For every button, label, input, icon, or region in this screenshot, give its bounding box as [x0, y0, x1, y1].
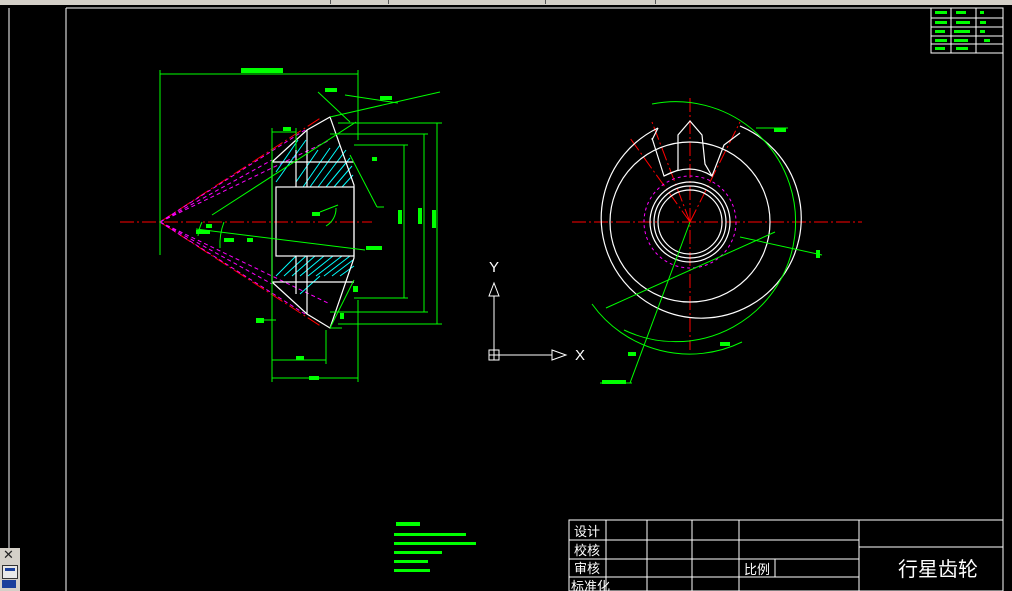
section-view[interactable] — [120, 68, 442, 382]
section-center-lines — [120, 116, 372, 328]
part-name: 行星齿轮 — [898, 557, 978, 581]
title-row-review: 审核 — [574, 562, 600, 577]
ucs-icon: X Y — [488, 259, 585, 364]
section-dimensions — [159, 70, 442, 382]
title-row-standardization: 标准化 — [571, 580, 610, 591]
ucs-y-label: Y — [489, 259, 499, 276]
command-line-icon[interactable] — [2, 580, 16, 588]
end-view[interactable] — [572, 98, 862, 384]
section-hatching — [275, 139, 355, 295]
technical-notes — [394, 522, 476, 572]
ucs-x-label: X — [575, 347, 585, 364]
drawing-border — [8, 7, 1004, 591]
title-row-check: 校核 — [574, 543, 600, 559]
scale-label: 比例 — [744, 563, 770, 578]
cad-drawing-canvas[interactable]: X Y 设计 校核 审核 标准化 比例 行星齿轮 — [0, 0, 1012, 591]
end-center-lines — [572, 98, 862, 350]
window-icon[interactable] — [2, 565, 18, 579]
section-dimension-texts — [196, 68, 436, 380]
title-row-design: 设计 — [574, 525, 600, 540]
end-view-outline — [600, 120, 802, 319]
command-line-panel[interactable]: ✕ — [0, 548, 20, 591]
parameter-table — [930, 7, 1004, 54]
close-icon[interactable]: ✕ — [3, 549, 14, 563]
title-block: 设计 校核 审核 标准化 比例 行星齿轮 — [568, 519, 1004, 591]
